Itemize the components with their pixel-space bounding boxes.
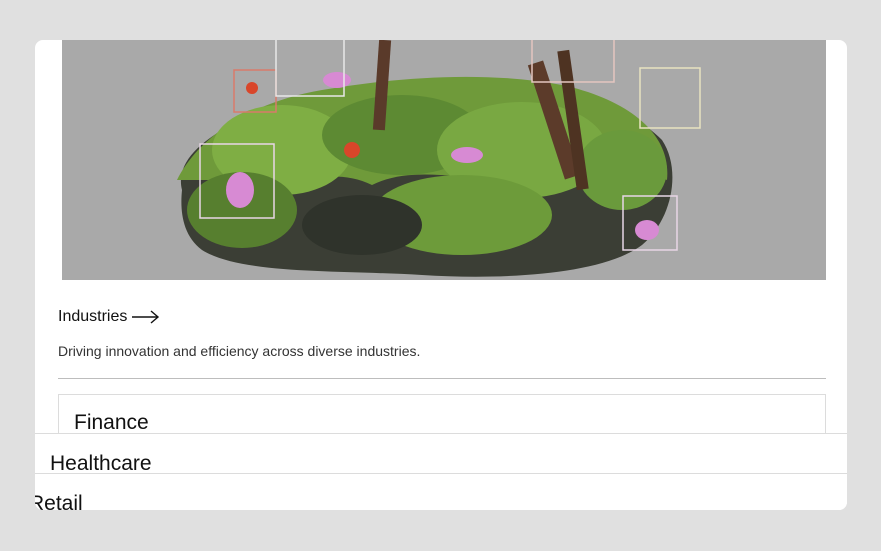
industry-item-label: Healthcare	[50, 452, 152, 475]
hero-image	[62, 40, 826, 280]
section-divider	[58, 378, 826, 379]
content-card: Industries Driving innovation and effici…	[35, 40, 847, 510]
moss-island-illustration	[177, 40, 701, 277]
industry-item-label: Retail	[35, 492, 83, 510]
industries-description: Driving innovation and efficiency across…	[58, 343, 421, 359]
industry-item-label: Finance	[74, 411, 149, 434]
industries-heading: Industries	[58, 308, 128, 325]
arrow-right-icon	[131, 310, 161, 324]
industry-item-retail[interactable]: Retail	[35, 473, 847, 510]
industries-link[interactable]: Industries	[58, 308, 161, 326]
industry-item-healthcare[interactable]: Healthcare	[35, 433, 847, 477]
